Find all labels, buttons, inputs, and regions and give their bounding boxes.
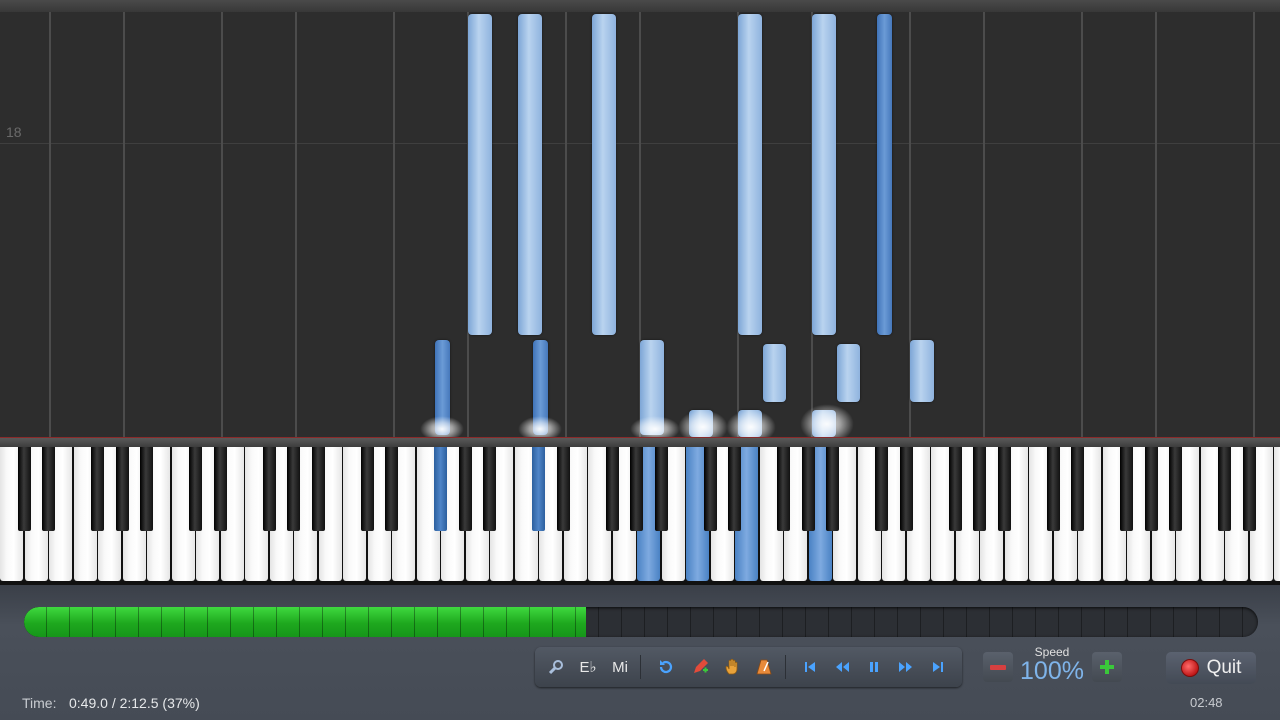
plus-icon [1100,660,1114,674]
note-hit-glow [726,410,776,440]
black-key[interactable] [777,447,790,531]
black-key[interactable] [801,447,815,531]
zoom-icon[interactable] [543,655,569,679]
black-key[interactable] [1120,447,1133,531]
white-key[interactable] [1274,447,1280,581]
black-key[interactable] [826,447,839,531]
black-key[interactable] [1242,447,1256,531]
control-panel: E♭ Mi Speed 100% Quit Time: 0:49.0 / 2:1… [0,585,1280,720]
pause-icon[interactable] [861,655,887,679]
falling-note [837,344,860,402]
black-key[interactable] [483,447,496,531]
falling-note [910,340,934,402]
piano-keyboard[interactable] [0,447,1280,585]
note-labels-button[interactable]: Mi [607,655,633,679]
roll-top-bar [0,0,1280,12]
measure-number: 18 [6,124,22,140]
grid-line [393,12,395,437]
grid-line [49,12,51,437]
black-key[interactable] [42,447,55,531]
grid-line [295,12,297,437]
grid-line [565,12,567,437]
quit-label: Quit [1206,657,1242,678]
black-key[interactable] [703,447,717,531]
song-progress-bar[interactable] [24,607,1258,637]
black-key[interactable] [458,447,472,531]
playback-toolbar: E♭ Mi [535,647,962,687]
black-key[interactable] [311,447,325,531]
minus-icon [990,664,1006,670]
black-key[interactable] [654,447,668,531]
black-key[interactable] [556,447,570,531]
undo-icon[interactable] [653,655,679,679]
speed-value: 100% [1020,657,1084,685]
black-key[interactable] [140,447,153,531]
quit-icon [1180,659,1199,677]
falling-note [763,344,786,402]
pencil-icon[interactable] [687,655,713,679]
black-key[interactable] [1144,447,1158,531]
black-key[interactable] [1071,447,1084,531]
toolbar-divider [640,655,641,679]
progress-ticks [24,607,1258,637]
falling-note [738,14,762,335]
black-key[interactable] [213,447,227,531]
fast-forward-icon[interactable] [893,655,919,679]
black-key[interactable] [262,447,276,531]
black-key[interactable] [91,447,104,531]
black-key[interactable] [115,447,129,531]
time-value: 0:49.0 / 2:12.5 (37%) [69,695,200,711]
black-key[interactable] [973,447,986,531]
grid-line [1081,12,1083,437]
black-key[interactable] [532,447,545,531]
hand-icon[interactable] [720,655,746,679]
key-signature-button[interactable]: E♭ [575,655,601,679]
black-key[interactable] [605,447,619,531]
grid-line [1155,12,1157,437]
grid-line [123,12,125,437]
black-key[interactable] [189,447,202,531]
clock: 02:48 [1190,695,1223,710]
black-key[interactable] [287,447,300,531]
black-key[interactable] [385,447,398,531]
black-key[interactable] [630,447,643,531]
falling-note [592,14,616,335]
falling-note [468,14,492,335]
skip-end-icon[interactable] [925,655,951,679]
falling-note [812,14,836,335]
toolbar-divider [785,655,786,679]
rewind-icon[interactable] [829,655,855,679]
note-roll: 18 [0,0,1280,440]
time-label: Time: [22,695,57,711]
speed-decrease-button[interactable] [983,652,1013,682]
black-key[interactable] [1169,447,1182,531]
grid-line [983,12,985,437]
black-key[interactable] [1218,447,1231,531]
grid-line [1253,12,1255,437]
grid-line [221,12,223,437]
quit-button[interactable]: Quit [1166,652,1256,684]
black-key[interactable] [360,447,374,531]
note-hit-glow [800,404,854,440]
black-key[interactable] [434,447,447,531]
black-key[interactable] [899,447,913,531]
black-key[interactable] [17,447,31,531]
falling-note [518,14,542,335]
black-key[interactable] [728,447,741,531]
black-key[interactable] [948,447,962,531]
black-key[interactable] [997,447,1011,531]
black-key[interactable] [1046,447,1060,531]
black-key[interactable] [875,447,888,531]
note-hit-glow [678,410,728,440]
speed-increase-button[interactable] [1092,652,1122,682]
falling-note [877,14,892,335]
skip-start-icon[interactable] [797,655,823,679]
metronome-icon[interactable] [751,655,777,679]
